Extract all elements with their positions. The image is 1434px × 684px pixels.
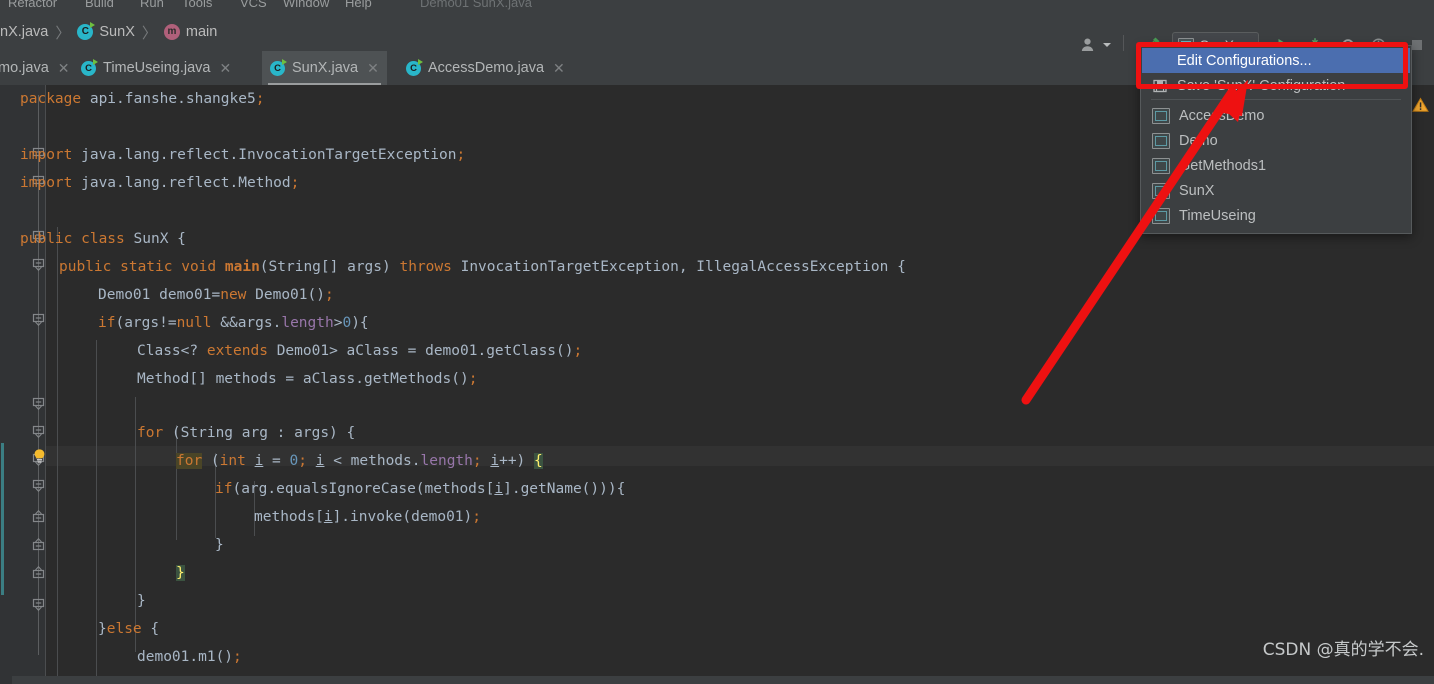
status-bar	[0, 676, 1434, 684]
breadcrumb-file-label: nX.java	[0, 24, 49, 40]
popup-item-label: AccessDemo	[1179, 107, 1265, 124]
popup-item-label: GetMethods1	[1179, 157, 1267, 174]
editor-tab-1[interactable]: TimeUseing.java ✕	[73, 51, 239, 85]
menu-item-refactor[interactable]: Refactor	[8, 0, 57, 10]
code-line: }	[137, 593, 146, 609]
breadcrumb-file[interactable]: nX.java	[0, 24, 48, 40]
code-line: for (String arg : args) {	[137, 425, 356, 441]
run-configuration-icon	[1152, 182, 1170, 199]
popup-item-edit-configurations[interactable]: Edit Configurations...	[1142, 48, 1410, 73]
popup-item-timeuseing[interactable]: TimeUseing	[1142, 203, 1410, 228]
code-line: Method[] methods = aClass.getMethods();	[137, 371, 478, 387]
editor-tab-0[interactable]: mo.java ✕	[0, 51, 78, 85]
popup-item-save-configuration[interactable]: Save 'SunX' Configuration	[1142, 73, 1410, 98]
code-line: if(args!=null &&args.length>0){	[98, 315, 369, 331]
code-line: Demo01 demo01=new Demo01();	[98, 287, 334, 303]
run-configuration-popup[interactable]: Edit Configurations... Save 'SunX' Confi…	[1140, 45, 1412, 234]
run-configuration-icon	[1152, 207, 1170, 224]
popup-item-demo[interactable]: Demo	[1142, 128, 1410, 153]
csdn-watermark: CSDN @真的学不会.	[1262, 640, 1424, 660]
menu-bar: Refactor Build Run Tools VCS Window Help…	[0, 0, 1434, 13]
code-line: if(arg.equalsIgnoreCase(methods[i].getNa…	[215, 481, 626, 497]
menu-item-tools[interactable]: Tools	[182, 0, 212, 10]
breadcrumb-method-label: main	[185, 24, 218, 40]
code-line: }	[215, 537, 224, 553]
popup-item-getmethods1[interactable]: GetMethods1	[1142, 153, 1410, 178]
breadcrumb-separator-2: 〉	[141, 24, 157, 42]
code-line: import java.lang.reflect.InvocationTarge…	[20, 147, 466, 163]
java-class-icon	[270, 58, 287, 76]
close-icon[interactable]: ✕	[553, 61, 565, 75]
breadcrumb-separator-1: 〉	[55, 24, 71, 42]
java-class-icon	[406, 58, 423, 76]
java-class-icon	[81, 58, 98, 76]
breadcrumb-class[interactable]: SunX	[77, 22, 135, 40]
menu-item-build[interactable]: Build	[85, 0, 114, 10]
code-line: }else {	[98, 621, 160, 637]
close-icon[interactable]: ✕	[219, 61, 231, 75]
code-line: demo01.m1();	[137, 649, 242, 665]
close-icon[interactable]: ✕	[367, 61, 379, 75]
code-line: package api.fanshe.shangke5;	[20, 91, 265, 107]
code-line: public static void main(String[] args) t…	[59, 259, 906, 275]
run-configuration-icon	[1152, 132, 1170, 149]
save-icon	[1152, 79, 1168, 93]
breadcrumb-class-label: SunX	[99, 24, 135, 40]
run-configuration-icon	[1152, 157, 1170, 174]
popup-item-label: Save 'SunX' Configuration	[1177, 77, 1346, 94]
stop-square-icon	[1412, 40, 1422, 50]
java-class-icon	[77, 22, 96, 40]
breadcrumb-method[interactable]: main	[163, 24, 218, 40]
editor-tab-label: SunX.java	[292, 60, 359, 76]
editor-tab-label: TimeUseing.java	[103, 60, 211, 76]
code-line: Class<? extends Demo01> aClass = demo01.…	[137, 343, 583, 359]
java-method-icon	[163, 24, 180, 40]
popup-item-label: SunX	[1179, 182, 1215, 199]
popup-item-sunx[interactable]: SunX	[1142, 178, 1410, 203]
editor-tab-label: mo.java	[0, 60, 49, 76]
popup-item-accessdemo[interactable]: AccessDemo	[1142, 103, 1410, 128]
popup-item-label: Edit Configurations...	[1177, 52, 1312, 69]
breadcrumb: nX.java 〉 SunX 〉 main	[0, 13, 217, 51]
popup-separator	[1151, 99, 1401, 100]
code-line: import java.lang.reflect.Method;	[20, 175, 300, 191]
code-line: }	[176, 565, 185, 581]
status-bar-left	[0, 676, 12, 684]
blank-icon	[1152, 54, 1168, 68]
intellij-idea-window: Refactor Build Run Tools VCS Window Help…	[0, 0, 1434, 684]
editor-tab-3[interactable]: AccessDemo.java ✕	[398, 51, 573, 85]
editor-tab-label: AccessDemo.java	[428, 60, 545, 76]
project-path-label: Demo01 SunX.java	[420, 0, 533, 10]
close-icon[interactable]: ✕	[58, 61, 70, 75]
warning-triangle-icon[interactable]	[1412, 97, 1429, 113]
menu-item-run[interactable]: Run	[140, 0, 164, 10]
menu-item-vcs[interactable]: VCS	[240, 0, 267, 10]
run-configuration-icon	[1152, 107, 1170, 124]
code-line: public class SunX {	[20, 231, 186, 247]
editor-tab-2[interactable]: SunX.java ✕	[262, 51, 387, 85]
menu-item-help[interactable]: Help	[345, 0, 372, 10]
code-line: methods[i].invoke(demo01);	[254, 509, 481, 525]
menu-item-window[interactable]: Window	[283, 0, 329, 10]
popup-item-label: Demo	[1179, 132, 1218, 149]
user-menu-chevron-down-icon	[1102, 43, 1111, 47]
code-line: for (int i = 0; i < methods.length; i++)…	[176, 453, 543, 469]
popup-item-label: TimeUseing	[1179, 207, 1256, 224]
